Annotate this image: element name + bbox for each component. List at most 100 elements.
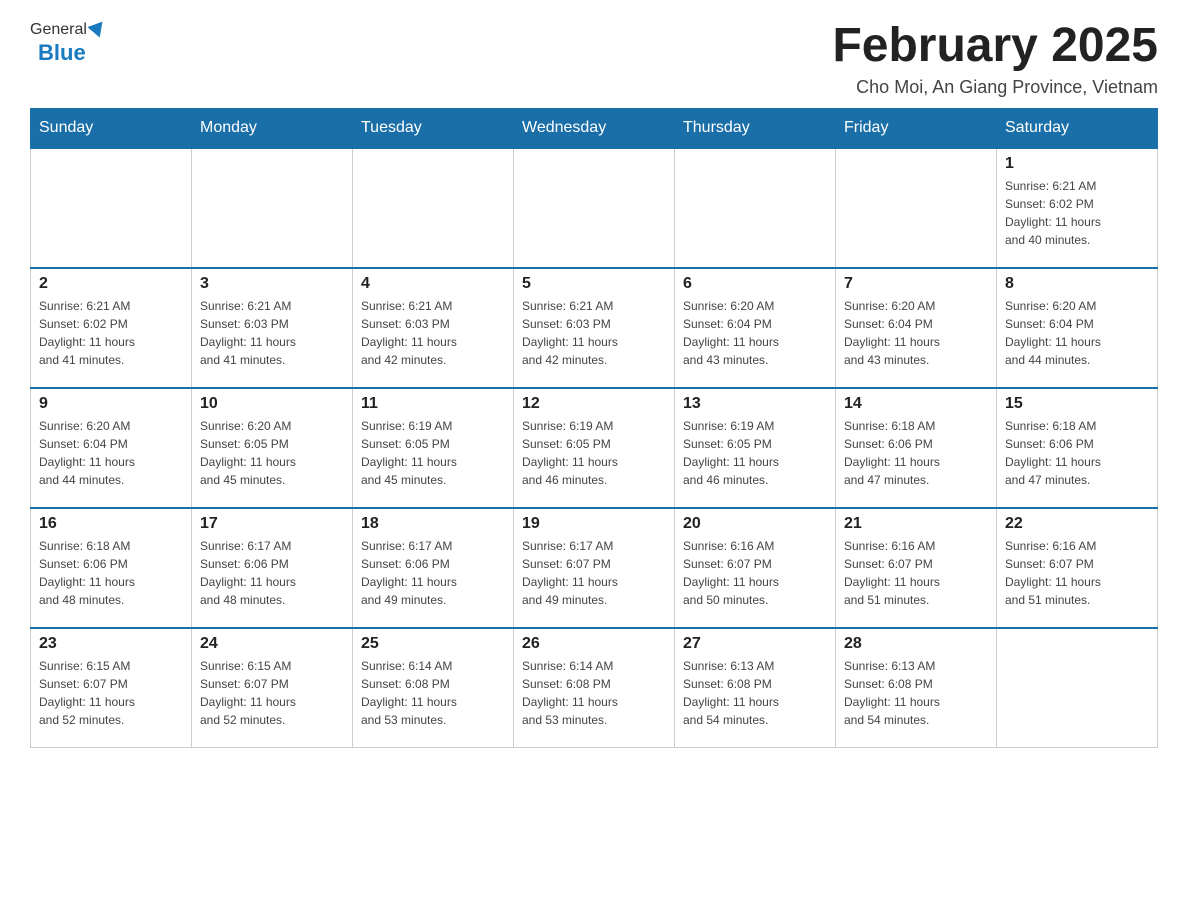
calendar-cell: 15 Sunrise: 6:18 AM Sunset: 6:06 PM Dayli…	[997, 388, 1158, 508]
calendar-week-row: 16 Sunrise: 6:18 AM Sunset: 6:06 PM Dayli…	[31, 508, 1158, 628]
day-info: Sunrise: 6:20 AM Sunset: 6:04 PM Dayligh…	[1005, 297, 1149, 369]
day-info: Sunrise: 6:16 AM Sunset: 6:07 PM Dayligh…	[844, 537, 988, 609]
calendar-cell: 10 Sunrise: 6:20 AM Sunset: 6:05 PM Dayli…	[192, 388, 353, 508]
calendar-cell: 22Sunrise: 6:16 AM Sunset: 6:07 PM Dayli…	[997, 508, 1158, 628]
calendar-cell: 28 Sunrise: 6:13 AM Sunset: 6:08 PM Dayli…	[836, 628, 997, 748]
day-number: 27	[683, 635, 827, 653]
day-number: 4	[361, 275, 505, 293]
calendar-cell	[675, 148, 836, 268]
calendar-week-row: 9 Sunrise: 6:20 AM Sunset: 6:04 PM Daylig…	[31, 388, 1158, 508]
day-of-week-header: Saturday	[997, 108, 1158, 148]
calendar-cell	[997, 628, 1158, 748]
day-info: Sunrise: 6:16 AM Sunset: 6:07 PM Dayligh…	[1005, 537, 1149, 609]
day-of-week-header: Sunday	[31, 108, 192, 148]
location-subtitle: Cho Moi, An Giang Province, Vietnam	[832, 77, 1158, 98]
day-number: 28	[844, 635, 988, 653]
calendar-cell: 20 Sunrise: 6:16 AM Sunset: 6:07 PM Dayli…	[675, 508, 836, 628]
calendar-cell: 7Sunrise: 6:20 AM Sunset: 6:04 PM Daylig…	[836, 268, 997, 388]
calendar-cell: 26 Sunrise: 6:14 AM Sunset: 6:08 PM Dayli…	[514, 628, 675, 748]
day-info: Sunrise: 6:21 AM Sunset: 6:03 PM Dayligh…	[361, 297, 505, 369]
day-info: Sunrise: 6:18 AM Sunset: 6:06 PM Dayligh…	[844, 417, 988, 489]
day-of-week-header: Tuesday	[353, 108, 514, 148]
calendar-cell: 25 Sunrise: 6:14 AM Sunset: 6:08 PM Dayli…	[353, 628, 514, 748]
day-info: Sunrise: 6:17 AM Sunset: 6:07 PM Dayligh…	[522, 537, 666, 609]
day-number: 12	[522, 395, 666, 413]
day-info: Sunrise: 6:18 AM Sunset: 6:06 PM Dayligh…	[39, 537, 183, 609]
day-info: Sunrise: 6:21 AM Sunset: 6:03 PM Dayligh…	[522, 297, 666, 369]
day-number: 21	[844, 515, 988, 533]
calendar-table: SundayMondayTuesdayWednesdayThursdayFrid…	[30, 108, 1158, 749]
calendar-cell	[514, 148, 675, 268]
day-of-week-header: Thursday	[675, 108, 836, 148]
day-info: Sunrise: 6:14 AM Sunset: 6:08 PM Dayligh…	[522, 657, 666, 729]
calendar-cell: 2 Sunrise: 6:21 AM Sunset: 6:02 PM Daylig…	[31, 268, 192, 388]
day-number: 6	[683, 275, 827, 293]
day-number: 10	[200, 395, 344, 413]
day-number: 26	[522, 635, 666, 653]
calendar-week-row: 23Sunrise: 6:15 AM Sunset: 6:07 PM Dayli…	[31, 628, 1158, 748]
day-info: Sunrise: 6:19 AM Sunset: 6:05 PM Dayligh…	[683, 417, 827, 489]
day-number: 19	[522, 515, 666, 533]
day-number: 5	[522, 275, 666, 293]
calendar-cell: 21 Sunrise: 6:16 AM Sunset: 6:07 PM Dayli…	[836, 508, 997, 628]
calendar-cell: 14 Sunrise: 6:18 AM Sunset: 6:06 PM Dayli…	[836, 388, 997, 508]
day-info: Sunrise: 6:15 AM Sunset: 6:07 PM Dayligh…	[39, 657, 183, 729]
calendar-cell: 27 Sunrise: 6:13 AM Sunset: 6:08 PM Dayli…	[675, 628, 836, 748]
day-number: 17	[200, 515, 344, 533]
day-number: 15	[1005, 395, 1149, 413]
calendar-cell	[192, 148, 353, 268]
calendar-week-row: 2 Sunrise: 6:21 AM Sunset: 6:02 PM Daylig…	[31, 268, 1158, 388]
day-info: Sunrise: 6:15 AM Sunset: 6:07 PM Dayligh…	[200, 657, 344, 729]
day-number: 1	[1005, 155, 1149, 173]
calendar-cell: 5 Sunrise: 6:21 AM Sunset: 6:03 PM Daylig…	[514, 268, 675, 388]
day-of-week-header: Friday	[836, 108, 997, 148]
month-title: February 2025	[832, 20, 1158, 73]
day-info: Sunrise: 6:21 AM Sunset: 6:03 PM Dayligh…	[200, 297, 344, 369]
day-number: 9	[39, 395, 183, 413]
day-number: 8	[1005, 275, 1149, 293]
calendar-cell: 12 Sunrise: 6:19 AM Sunset: 6:05 PM Dayli…	[514, 388, 675, 508]
day-info: Sunrise: 6:21 AM Sunset: 6:02 PM Dayligh…	[1005, 177, 1149, 249]
day-number: 2	[39, 275, 183, 293]
day-number: 16	[39, 515, 183, 533]
day-number: 13	[683, 395, 827, 413]
calendar-week-row: 1 Sunrise: 6:21 AM Sunset: 6:02 PM Daylig…	[31, 148, 1158, 268]
day-info: Sunrise: 6:20 AM Sunset: 6:04 PM Dayligh…	[844, 297, 988, 369]
day-info: Sunrise: 6:18 AM Sunset: 6:06 PM Dayligh…	[1005, 417, 1149, 489]
calendar-cell	[353, 148, 514, 268]
day-number: 24	[200, 635, 344, 653]
calendar-cell: 13 Sunrise: 6:19 AM Sunset: 6:05 PM Dayli…	[675, 388, 836, 508]
day-number: 25	[361, 635, 505, 653]
day-info: Sunrise: 6:16 AM Sunset: 6:07 PM Dayligh…	[683, 537, 827, 609]
day-info: Sunrise: 6:21 AM Sunset: 6:02 PM Dayligh…	[39, 297, 183, 369]
day-number: 18	[361, 515, 505, 533]
calendar-cell: 6Sunrise: 6:20 AM Sunset: 6:04 PM Daylig…	[675, 268, 836, 388]
logo-arrow-icon	[87, 20, 107, 40]
calendar-cell: 23Sunrise: 6:15 AM Sunset: 6:07 PM Dayli…	[31, 628, 192, 748]
day-info: Sunrise: 6:19 AM Sunset: 6:05 PM Dayligh…	[361, 417, 505, 489]
day-info: Sunrise: 6:19 AM Sunset: 6:05 PM Dayligh…	[522, 417, 666, 489]
day-number: 14	[844, 395, 988, 413]
calendar-cell: 1 Sunrise: 6:21 AM Sunset: 6:02 PM Daylig…	[997, 148, 1158, 268]
day-number: 20	[683, 515, 827, 533]
calendar-cell: 3Sunrise: 6:21 AM Sunset: 6:03 PM Daylig…	[192, 268, 353, 388]
day-info: Sunrise: 6:14 AM Sunset: 6:08 PM Dayligh…	[361, 657, 505, 729]
logo-blue-text: Blue	[38, 40, 86, 65]
logo: General Blue	[30, 20, 107, 66]
calendar-cell: 19 Sunrise: 6:17 AM Sunset: 6:07 PM Dayli…	[514, 508, 675, 628]
calendar-cell: 4 Sunrise: 6:21 AM Sunset: 6:03 PM Daylig…	[353, 268, 514, 388]
day-info: Sunrise: 6:20 AM Sunset: 6:04 PM Dayligh…	[39, 417, 183, 489]
logo-general-text: General	[30, 21, 87, 39]
day-info: Sunrise: 6:13 AM Sunset: 6:08 PM Dayligh…	[844, 657, 988, 729]
calendar-cell: 11 Sunrise: 6:19 AM Sunset: 6:05 PM Dayli…	[353, 388, 514, 508]
calendar-cell	[31, 148, 192, 268]
calendar-cell: 18Sunrise: 6:17 AM Sunset: 6:06 PM Dayli…	[353, 508, 514, 628]
day-of-week-header: Wednesday	[514, 108, 675, 148]
calendar-cell: 24 Sunrise: 6:15 AM Sunset: 6:07 PM Dayli…	[192, 628, 353, 748]
page-header: General Blue February 2025 Cho Moi, An G…	[30, 20, 1158, 98]
day-number: 11	[361, 395, 505, 413]
day-info: Sunrise: 6:20 AM Sunset: 6:05 PM Dayligh…	[200, 417, 344, 489]
calendar-cell: 17Sunrise: 6:17 AM Sunset: 6:06 PM Dayli…	[192, 508, 353, 628]
calendar-cell: 16 Sunrise: 6:18 AM Sunset: 6:06 PM Dayli…	[31, 508, 192, 628]
day-info: Sunrise: 6:13 AM Sunset: 6:08 PM Dayligh…	[683, 657, 827, 729]
